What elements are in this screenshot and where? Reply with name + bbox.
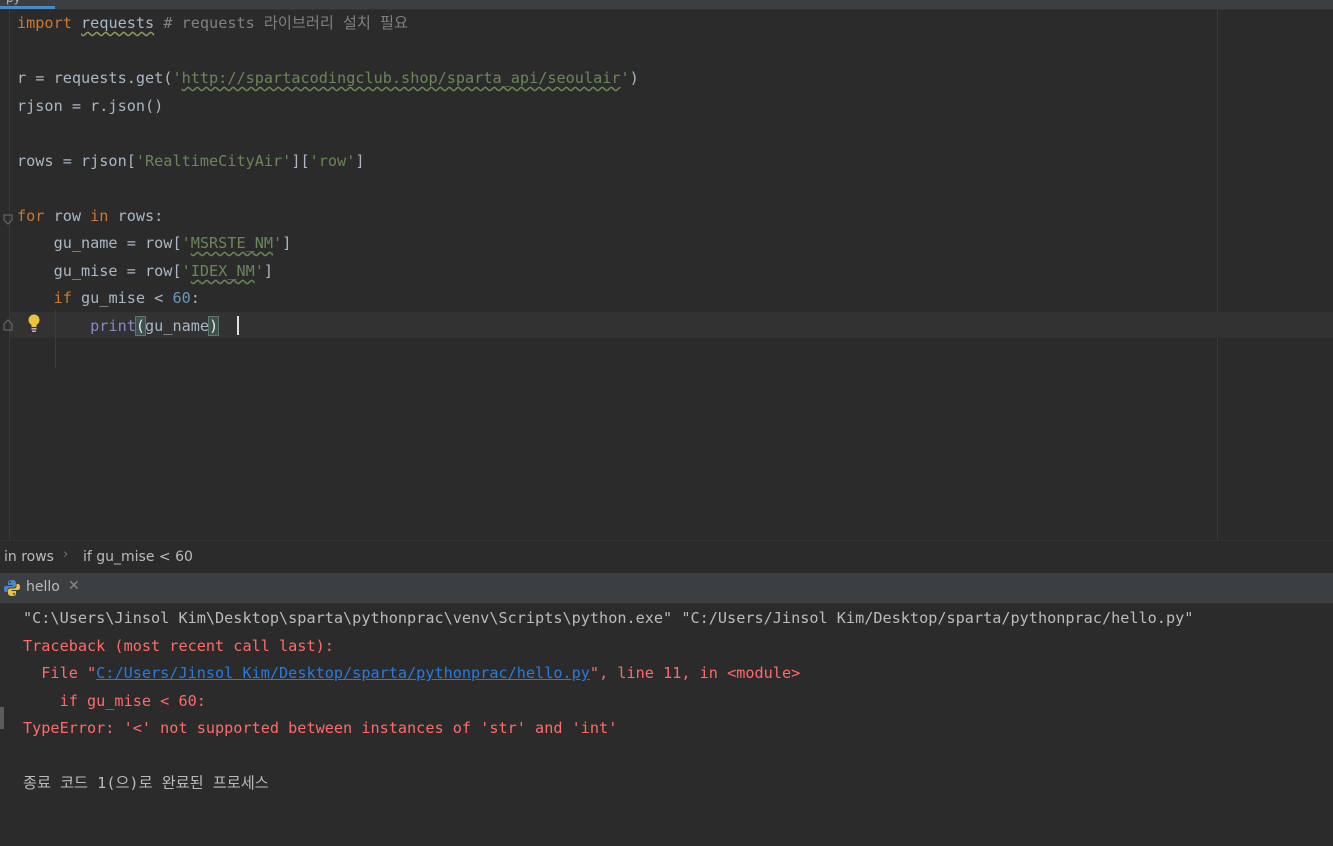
console-exit-line: 종료 코드 1(으)로 완료된 프로세스 [23,774,269,792]
url-string[interactable]: http://spartacodingclub.shop/sparta_api/… [182,69,621,87]
string-quote: ' [181,262,191,280]
matched-brace: ) [208,316,220,336]
comment: # requests 라이브러리 설치 필요 [163,14,408,32]
code-line-11: if gu_mise < 60: [17,286,200,310]
string-quote: ' [172,69,182,87]
code-text: gu_mise = row[ [17,262,182,280]
breadcrumb-item-in-rows[interactable]: in rows [4,549,54,565]
text-caret [237,316,239,335]
string-literal: MSRSTE_NM [190,234,274,252]
console-traceback-line: Traceback (most recent call last): [23,637,334,655]
string-quote: ' [181,234,191,252]
string-quote: ' [620,69,630,87]
run-console[interactable]: "C:\Users\Jinsol Kim\Desktop\sparta\pyth… [0,604,1333,846]
code-line-9: gu_name = row['MSRSTE_NM'] [17,231,292,255]
python-icon [4,580,20,596]
breadcrumb-chevron-icon: › [63,547,69,562]
fold-end-icon[interactable] [3,317,13,331]
console-file-line: File "C:/Users/Jinsol Kim/Desktop/sparta… [23,661,800,685]
code-line-10: gu_mise = row['IDEX_NM'] [17,259,274,283]
string-literal: 'row' [309,152,356,170]
breadcrumb-item-if[interactable]: if gu_mise < 60 [83,549,193,565]
code-text: ] [263,262,274,280]
editor-tab-label[interactable]: py [6,0,21,5]
string-literal: 'RealtimeCityAir' [135,152,292,170]
code-text: gu_name [145,317,210,335]
run-tab-hello[interactable]: hello ✕ [0,573,90,603]
console-command-line: "C:\Users\Jinsol Kim\Desktop\sparta\pyth… [23,609,1194,627]
code-text: rows: [108,207,164,225]
code-text: rows = rjson[ [17,152,136,170]
code-text: gu_mise < [71,289,173,307]
string-quote: ' [273,234,283,252]
matched-brace: ( [134,316,147,336]
code-editor[interactable]: import requests # requests 라이브러리 설치 필요 r… [0,10,1333,540]
run-tab-bar: hello ✕ [0,573,1333,604]
keyword: import [17,14,72,32]
keyword: in [90,207,109,225]
code-text: ] [282,234,292,252]
console-text: File " [23,664,97,682]
string-literal: IDEX_NM [190,262,255,280]
code-text: ][ [291,152,310,170]
code-line-1: import requests # requests 라이브러리 설치 필요 [17,11,408,35]
code-text: row [44,207,91,225]
fold-arrow-icon[interactable] [3,214,13,226]
console-error-line: TypeError: '<' not supported between ins… [23,719,618,737]
string-quote: ' [254,262,264,280]
code-text: : [190,289,200,307]
keyword: if [53,289,72,307]
right-margin-guide [1217,10,1218,540]
code-line-4: rjson = r.json() [17,97,164,115]
active-tab-indicator [0,6,55,9]
code-text: r = requests.get( [17,69,173,87]
module-name: requests [81,14,155,32]
code-text: gu_name = row[ [17,234,182,252]
breadcrumb: in rows › if gu_mise < 60 [0,540,1333,573]
number-literal: 60 [172,289,191,307]
console-scroll-marker [0,707,4,729]
close-icon[interactable]: ✕ [68,578,80,594]
console-source-line: if gu_mise < 60: [23,692,206,710]
editor-gutter [0,10,10,540]
editor-tab-bar: py [0,0,1333,10]
code-text: ) [629,69,639,87]
builtin-function: print [90,317,136,335]
console-file-link[interactable]: C:/Users/Jinsol Kim/Desktop/sparta/pytho… [96,664,590,682]
console-text: ", line 11, in <module> [589,664,801,682]
code-line-8: for row in rows: [17,204,163,228]
run-tab-label: hello [26,579,60,595]
keyword: for [17,207,45,225]
code-line-3: r = requests.get('http://spartacodingclu… [17,66,639,90]
code-line-12: print(gu_name) [17,314,220,338]
code-line-6: rows = rjson['RealtimeCityAir']['row'] [17,149,365,173]
code-text: ] [355,152,365,170]
